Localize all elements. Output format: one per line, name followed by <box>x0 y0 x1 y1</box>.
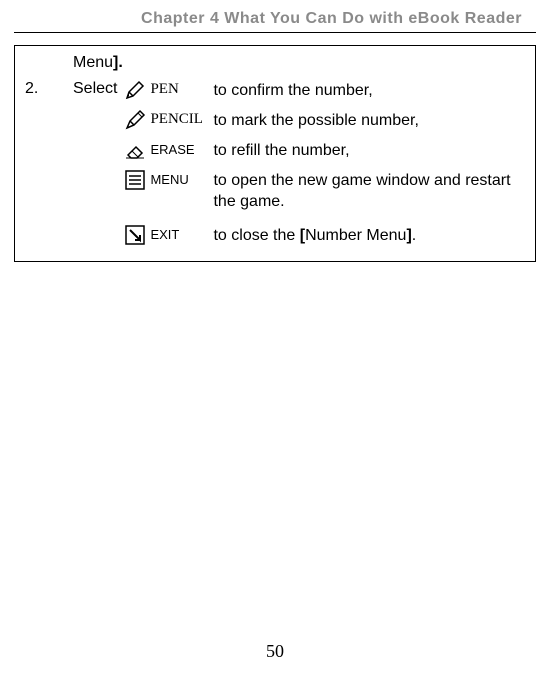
pen-cell: PEN <box>123 78 213 102</box>
menu-desc: to open the new game window and restart … <box>213 168 525 213</box>
exit-cell: EXIT <box>123 223 213 247</box>
step-number: 2. <box>25 78 73 100</box>
menu-bracket: ]. <box>113 54 123 71</box>
pen-label: PEN <box>150 79 178 99</box>
pencil-label: PENCIL <box>150 109 203 129</box>
exit-desc-c: Number Menu <box>305 227 406 244</box>
menu-line: Menu]. <box>25 52 525 74</box>
options-list: PEN to confirm the number, PENCIL <box>123 78 525 247</box>
exit-desc: to close the [Number Menu]. <box>213 223 525 247</box>
exit-label: EXIT <box>150 226 179 244</box>
menu-cell: MENU <box>123 168 213 192</box>
pen-desc: to confirm the number, <box>213 78 525 102</box>
exit-desc-a: to close the <box>213 227 299 244</box>
chapter-header: Chapter 4 What You Can Do with eBook Rea… <box>14 0 536 33</box>
pen-icon <box>123 78 147 102</box>
erase-label: ERASE <box>150 141 194 159</box>
content-box: Menu]. 2. Select PEN to confirm the numb… <box>14 45 536 262</box>
page-number: 50 <box>0 641 550 662</box>
exit-icon <box>123 223 147 247</box>
step-select: Select <box>73 78 123 100</box>
option-pencil: PENCIL to mark the possible number, <box>123 108 525 132</box>
menu-label: MENU <box>150 171 188 189</box>
option-menu: MENU to open the new game window and res… <box>123 168 525 213</box>
step-2: 2. Select PEN to confirm the number, <box>25 78 525 247</box>
option-erase: ERASE to refill the number, <box>123 138 525 162</box>
option-exit: EXIT to close the [Number Menu]. <box>123 223 525 247</box>
erase-cell: ERASE <box>123 138 213 162</box>
exit-desc-e: . <box>412 227 416 244</box>
pencil-desc: to mark the possible number, <box>213 108 525 132</box>
menu-text: Menu <box>73 54 113 71</box>
menu-icon <box>123 168 147 192</box>
erase-desc: to refill the number, <box>213 138 525 162</box>
pencil-icon <box>123 108 147 132</box>
pencil-cell: PENCIL <box>123 108 213 132</box>
option-pen: PEN to confirm the number, <box>123 78 525 102</box>
erase-icon <box>123 138 147 162</box>
